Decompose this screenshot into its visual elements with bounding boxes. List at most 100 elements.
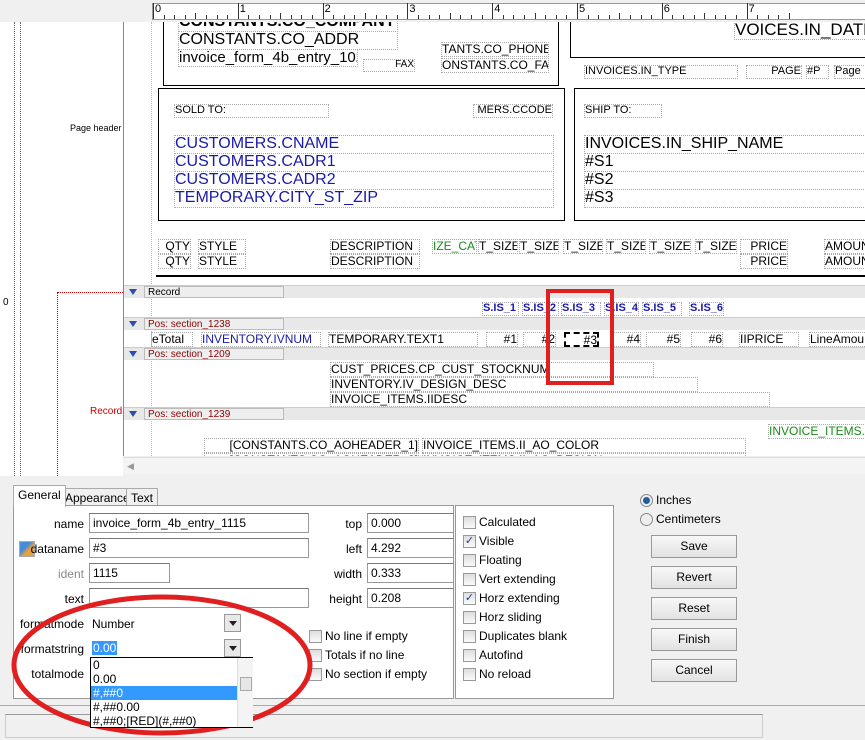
report-field[interactable]: DESCRIPTION [330, 239, 420, 254]
report-field[interactable]: QTY [158, 254, 191, 269]
report-field[interactable]: DESCRIPTION [330, 254, 420, 269]
report-field[interactable]: T_SIZE [606, 239, 646, 254]
formatstring-dropdown-list[interactable]: 0 0.00 #,##0 #,##0.00 #,##0;[RED](#,##0) [90, 657, 253, 728]
report-field[interactable]: CONSTANTS.CO_ADDR [178, 31, 398, 50]
report-field[interactable]: T_SIZE [695, 239, 737, 254]
report-field[interactable]: LineAmou [809, 332, 865, 347]
formatmode-select[interactable]: Number [92, 617, 135, 631]
report-field[interactable]: T_SIZE [519, 239, 559, 254]
report-field[interactable]: IZE_CAT [432, 239, 477, 254]
report-field[interactable]: AMOUN [824, 239, 865, 254]
tab-general[interactable]: General [13, 485, 66, 507]
report-field[interactable]: STYLE [198, 239, 246, 254]
report-field[interactable]: TEMPORARY.CITY_ST_ZIP [174, 189, 554, 208]
report-field[interactable]: CUSTOMERS.CADR1 [174, 153, 554, 172]
report-field[interactable]: #S2 [584, 171, 865, 190]
report-field[interactable]: SHIP TO: [584, 104, 662, 118]
checkbox-no-reload[interactable] [463, 668, 476, 681]
checkbox-no-section-if-empty[interactable] [309, 668, 322, 681]
report-field[interactable]: T_SIZE [478, 239, 518, 254]
collapse-triangle-icon[interactable] [129, 289, 137, 295]
checkbox-vert-extending[interactable] [463, 573, 476, 586]
report-field[interactable]: Page [834, 65, 865, 79]
report-field[interactable]: eTotal [151, 332, 193, 347]
report-field[interactable]: INVOICE_ITEMS.II [768, 424, 865, 439]
report-field[interactable]: INVOICE_ITEMS.II_AO_COLOR [422, 438, 746, 453]
formatstring-input[interactable]: 0.00 [92, 641, 118, 655]
left-input[interactable]: 4.292 [367, 538, 454, 558]
checkbox-duplicates-blank[interactable] [463, 630, 476, 643]
report-field[interactable]: S.IS_6 [689, 302, 724, 316]
report-field[interactable]: PRICE [740, 254, 788, 269]
report-field[interactable]: #P [806, 65, 829, 79]
report-field[interactable]: INVENTORY.IV_DESIGN_DESC [330, 377, 698, 392]
report-field[interactable]: [CONSTANTS.CO_AOHEADER_1] [204, 438, 419, 453]
finish-button[interactable]: Finish [651, 628, 737, 651]
radio-inches[interactable] [640, 494, 653, 507]
report-field[interactable]: PRICE [740, 239, 788, 254]
report-field[interactable]: #1 [486, 332, 518, 347]
report-field[interactable]: IIPRICE [739, 332, 799, 347]
checkbox-horz-sliding[interactable] [463, 611, 476, 624]
report-field[interactable]: #6 [691, 332, 723, 347]
report-field[interactable]: FAX [363, 59, 415, 72]
report-field[interactable]: PAGE [746, 65, 802, 79]
collapse-triangle-icon[interactable] [129, 351, 137, 357]
report-field[interactable]: TANTS.CO_PHONE [441, 42, 549, 57]
cancel-button[interactable]: Cancel [651, 659, 737, 682]
width-input[interactable]: 0.333 [367, 563, 454, 583]
report-field[interactable]: S.IS_5 [642, 302, 682, 316]
report-field[interactable]: INVOICES.IN_SHIP_NAME [584, 135, 865, 154]
checkbox-totals-if-no-line[interactable] [309, 649, 322, 662]
collapse-triangle-icon[interactable] [129, 411, 137, 417]
report-field[interactable]: AMOUN [824, 254, 865, 269]
report-field[interactable]: TEMPORARY.TEXT1 [328, 332, 478, 347]
radio-centimeters[interactable] [640, 513, 653, 526]
report-field[interactable]: CUSTOMERS.CADR2 [174, 171, 554, 190]
horizontal-scrollbar[interactable]: ◀ [123, 457, 865, 474]
reset-button[interactable]: Reset [651, 597, 737, 620]
report-field[interactable]: #S3 [584, 189, 865, 208]
report-field[interactable]: #4 [611, 332, 641, 347]
report-field[interactable]: CUSTOMERS.CNAME [174, 135, 554, 154]
report-field[interactable]: SOLD TO: [174, 104, 329, 118]
report-field[interactable]: ONSTANTS.CO_FAX [441, 58, 549, 73]
checkbox-calculated[interactable] [463, 516, 476, 529]
list-scrollbar-thumb[interactable] [240, 677, 252, 691]
report-field[interactable]: T_SIZE [649, 239, 691, 254]
report-field[interactable]: S.IS_1 [482, 302, 519, 316]
checkbox-floating[interactable] [463, 554, 476, 567]
text-input[interactable] [89, 588, 309, 608]
report-field[interactable]: INVOICES.IN_TYPE [584, 65, 738, 79]
report-field[interactable]: INVENTORY.IVNUM [201, 332, 321, 347]
revert-button[interactable]: Revert [651, 566, 737, 589]
list-scrollbar[interactable] [237, 658, 253, 727]
report-field[interactable]: invoice_form_4b_entry_1021 [178, 49, 358, 67]
ident-input[interactable]: 1115 [89, 563, 170, 583]
report-field[interactable]: [CONSTANTS.CO_AOHEADER_2] [204, 453, 419, 456]
section-bar[interactable]: Pos: section_1239 [124, 407, 865, 420]
report-field[interactable]: QTY [158, 239, 191, 254]
report-field[interactable]: #5 [646, 332, 681, 347]
formatstring-dropdown-button[interactable] [224, 639, 241, 657]
checkbox-visible[interactable]: ✓ [463, 535, 476, 548]
band-label-record[interactable]: Record [90, 406, 122, 417]
formatmode-dropdown-button[interactable] [224, 614, 241, 632]
report-field[interactable]: INVOICE_ITEMS.IIDESC [330, 392, 770, 407]
report-field[interactable]: INVOICE_ITEMS.II_AO_DESIGN [422, 453, 746, 456]
dataname-input[interactable]: #3 [89, 538, 309, 558]
report-field[interactable]: VOICES.IN_DATE [734, 22, 865, 40]
format-option[interactable]: 0.00 [91, 672, 237, 686]
format-option[interactable]: #,##0.00 [91, 700, 237, 714]
section-bar[interactable]: Pos: section_1209 [124, 347, 865, 360]
section-bar[interactable]: Pos: section_1238 [124, 317, 865, 330]
report-canvas[interactable]: CONSTANTS.CO_COMPANYCONSTANTS.CO_ADDRinv… [123, 22, 865, 456]
checkbox-no-line-if-empty[interactable] [309, 630, 322, 643]
report-field[interactable]: MERS.CCODE [473, 104, 553, 118]
format-option[interactable]: #,##0 [91, 686, 237, 700]
format-option[interactable]: #,##0;[RED](#,##0) [91, 714, 237, 728]
checkbox-horz-extending[interactable]: ✓ [463, 592, 476, 605]
report-field[interactable]: #S1 [584, 153, 865, 172]
section-bar[interactable]: Record [124, 285, 865, 298]
height-input[interactable]: 0.208 [367, 588, 454, 608]
